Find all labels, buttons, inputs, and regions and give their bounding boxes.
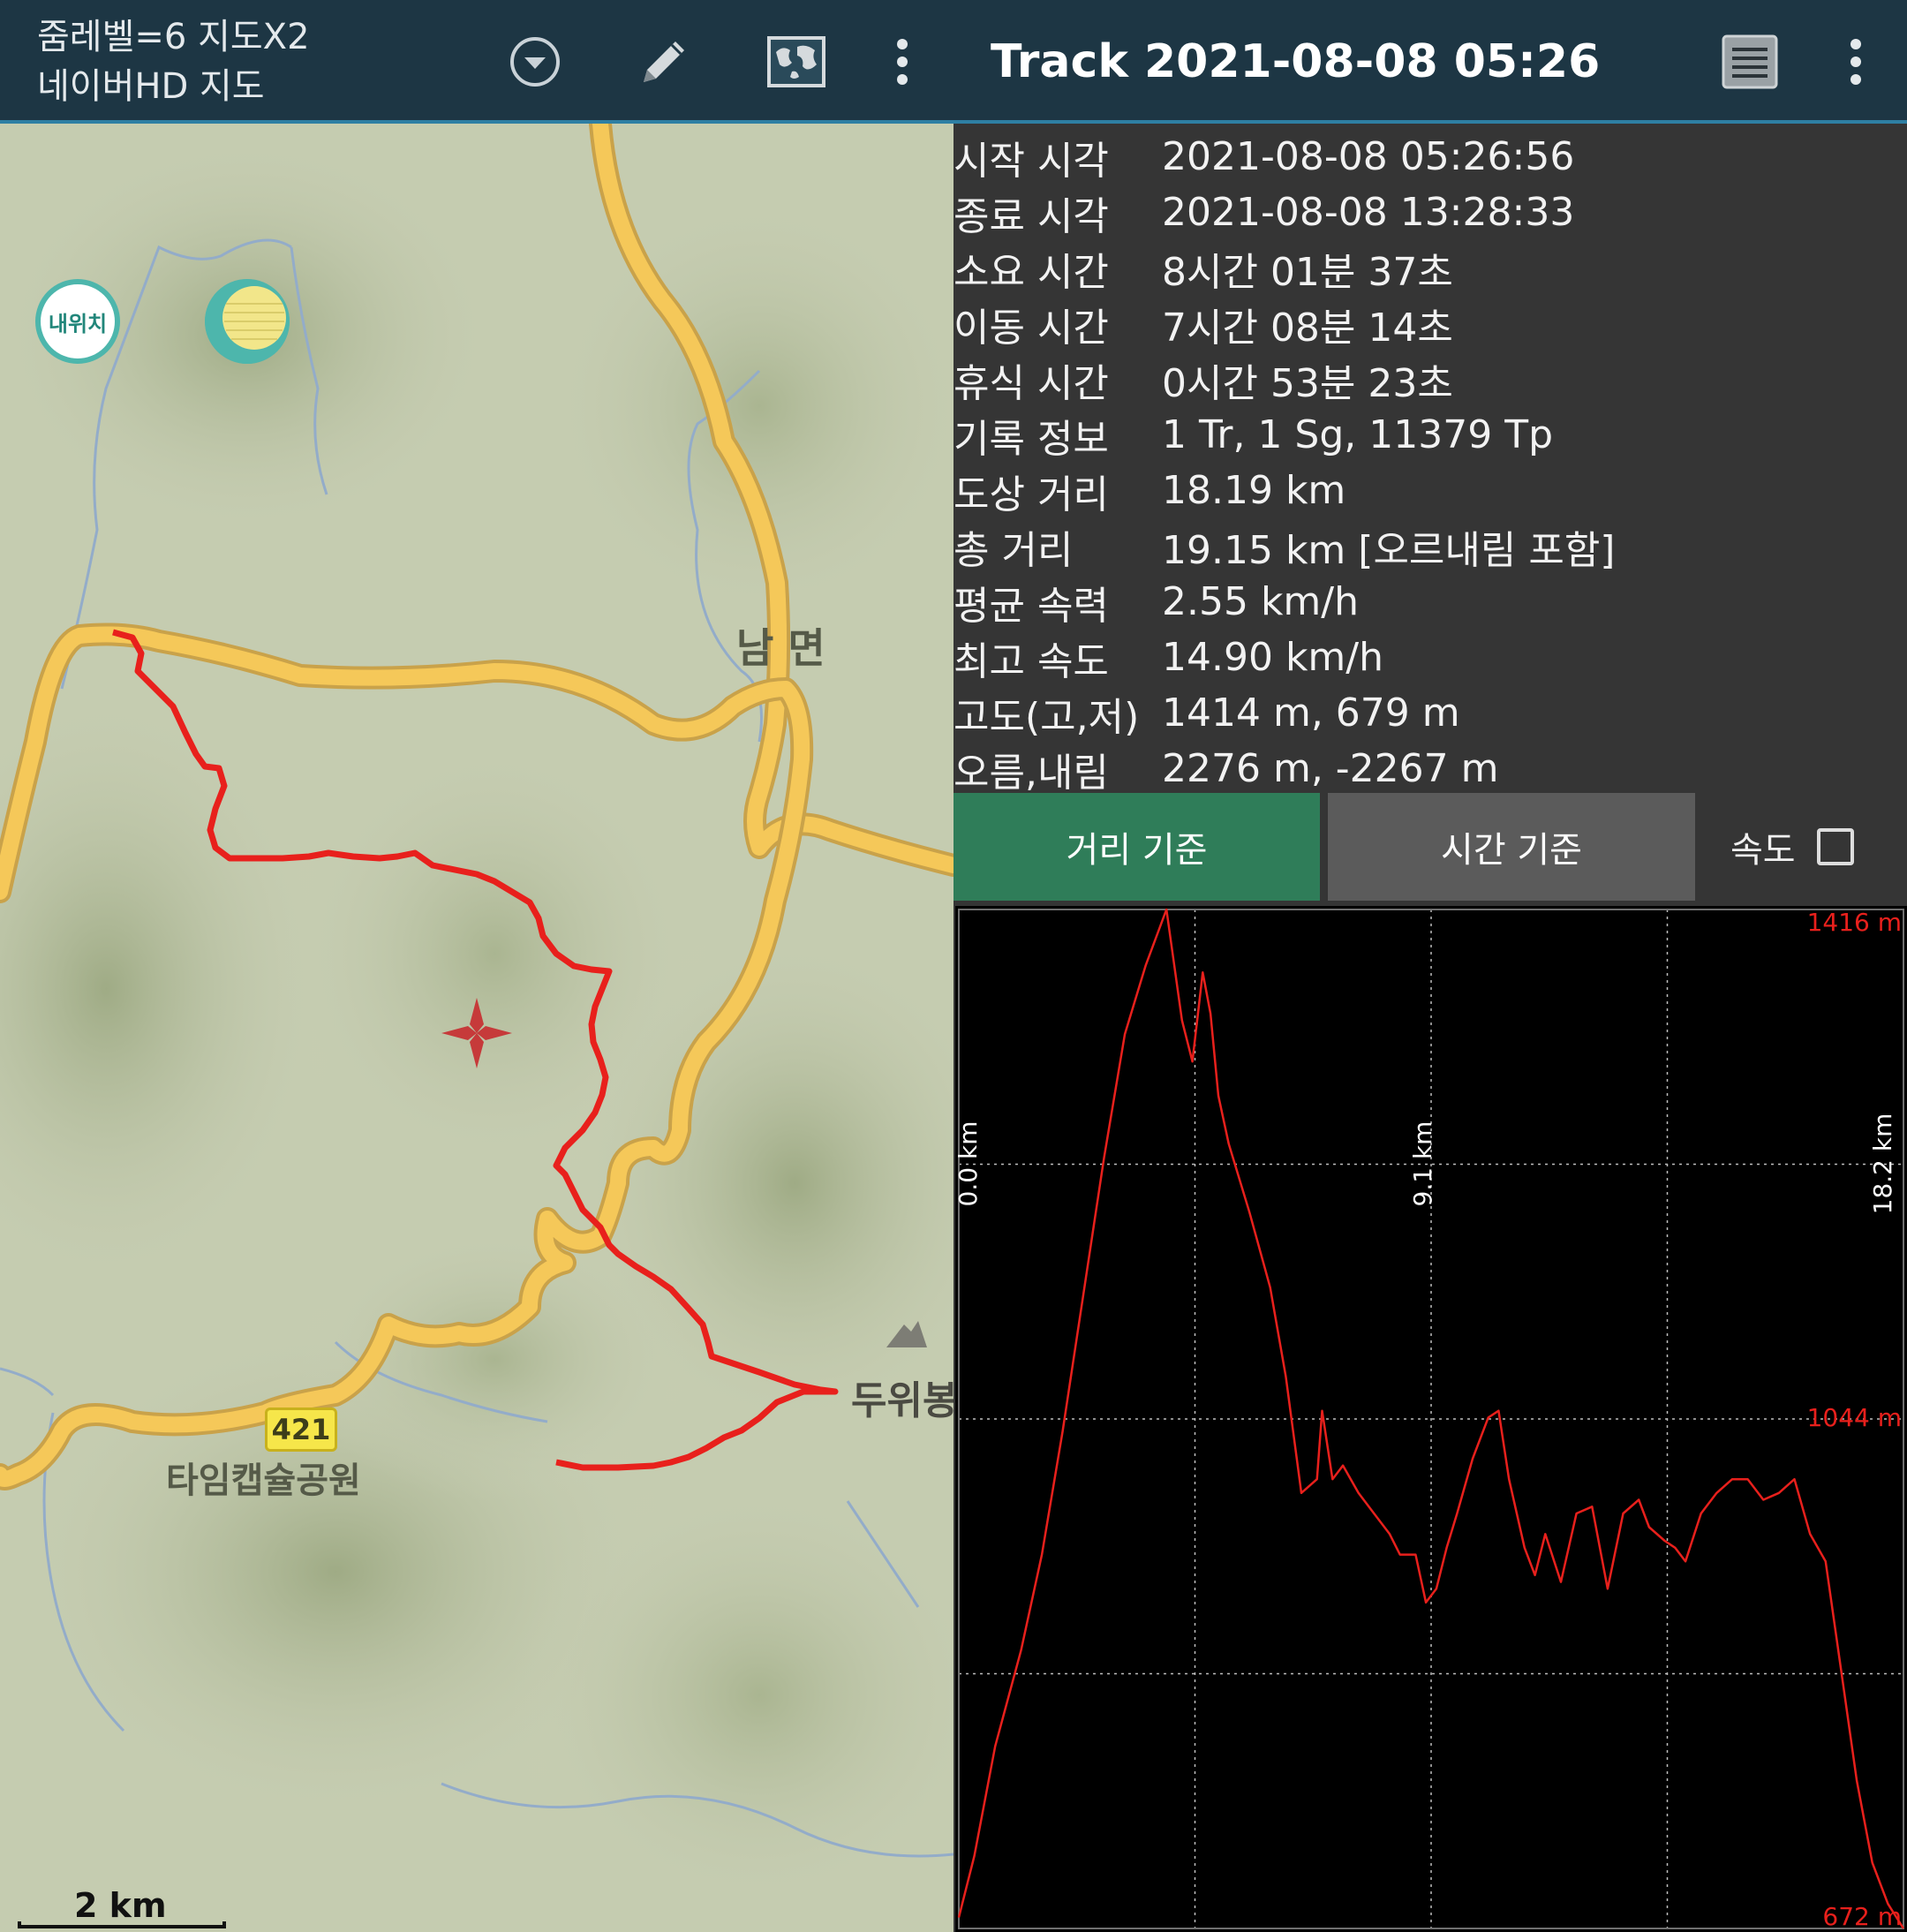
stat-label: 오름,내림 [954, 750, 1109, 796]
stat-row: 소요 시간 8시간 01분 37초 [954, 240, 1907, 296]
y-tick-label: 672 m [1822, 1902, 1902, 1931]
chart-mode-tabs: 거리 기준 시간 기준 속도 [954, 793, 1907, 901]
stat-label: 휴식 시간 [954, 360, 1109, 406]
stat-value: 2021-08-08 13:28:33 [1162, 190, 1575, 235]
stat-row: 종료 시각 2021-08-08 13:28:33 [954, 185, 1907, 240]
track-more-button[interactable] [1820, 26, 1891, 97]
screen: 줌레벨=6 지도X2 네이버HD 지도 Track 2021-08-08 05:… [0, 0, 1907, 1932]
world-map-icon [767, 36, 825, 87]
map-label-park: 타임캡슐공원 [166, 1460, 361, 1501]
day-night-button[interactable] [205, 279, 290, 364]
stat-value: 18.19 km [1162, 468, 1346, 513]
stat-label: 총 거리 [954, 527, 1074, 573]
more-vertical-icon [1850, 39, 1861, 85]
sun-icon [205, 279, 290, 364]
my-location-button[interactable]: 내위치 [35, 279, 120, 364]
zoom-level-text: 줌레벨=6 지도X2 [37, 17, 310, 57]
y-tick-label: 1416 m [1807, 908, 1902, 937]
speed-toggle[interactable]: 속도 [1730, 793, 1907, 901]
list-view-button[interactable] [1715, 26, 1785, 97]
stat-row: 시작 시각 2021-08-08 05:26:56 [954, 129, 1907, 185]
elevation-chart[interactable]: 1416 m 1044 m 672 m 0.0 km 9.1 km 18.2 km [955, 906, 1907, 1932]
road-number-badge: 421 [265, 1407, 337, 1452]
tab-distance[interactable]: 거리 기준 [954, 793, 1320, 901]
x-tick-label: 9.1 km [1408, 1121, 1437, 1207]
dropdown-button[interactable] [500, 26, 570, 97]
stat-row: 도상 거리 18.19 km [954, 463, 1907, 518]
stat-label: 도상 거리 [954, 472, 1109, 517]
stat-row: 이동 시간 7시간 08분 14초 [954, 296, 1907, 351]
stat-label: 소요 시간 [954, 249, 1109, 295]
x-tick-label: 0.0 km [955, 1121, 983, 1207]
x-tick-label: 18.2 km [1868, 1113, 1897, 1215]
map-canvas [0, 124, 954, 1932]
map-select-button[interactable] [761, 26, 832, 97]
stat-value: 0시간 53분 23초 [1162, 360, 1453, 406]
stat-row: 기록 정보 1 Tr, 1 Sg, 11379 Tp [954, 407, 1907, 463]
map-label-town: 남 면 [736, 624, 825, 672]
stat-value: 14.90 km/h [1162, 635, 1384, 680]
stat-row: 고도(고,저) 1414 m, 679 m [954, 685, 1907, 741]
stat-value: 8시간 01분 37초 [1162, 249, 1453, 295]
stat-value: 2021-08-08 05:26:56 [1162, 134, 1575, 179]
map-label-peak: 두위봉 [851, 1378, 954, 1423]
map-info[interactable]: 줌레벨=6 지도X2 네이버HD 지도 [37, 12, 310, 111]
y-tick-label: 1044 m [1807, 1403, 1902, 1432]
stat-label: 최고 속도 [954, 638, 1109, 684]
stat-label: 평균 속력 [954, 583, 1109, 629]
stat-label: 이동 시간 [954, 305, 1109, 351]
elevation-chart-svg: 1416 m 1044 m 672 m 0.0 km 9.1 km 18.2 km [955, 908, 1905, 1931]
track-title: Track 2021-08-08 05:26 [991, 35, 1601, 88]
stat-label: 시작 시각 [954, 138, 1109, 184]
road-number: 421 [271, 1413, 331, 1446]
stat-value: 19.15 km [오르내림 포함] [1162, 527, 1616, 573]
stat-row: 최고 속도 14.90 km/h [954, 630, 1907, 685]
stat-value: 1 Tr, 1 Sg, 11379 Tp [1162, 412, 1554, 457]
speed-label: 속도 [1730, 830, 1796, 871]
list-icon [1722, 34, 1778, 89]
stat-value: 2.55 km/h [1162, 579, 1360, 624]
speed-checkbox[interactable] [1816, 828, 1854, 865]
scale-bar [18, 1921, 226, 1928]
stat-label: 종료 시각 [954, 193, 1109, 239]
scale-label: 2 km [74, 1886, 167, 1925]
map-view[interactable]: 내위치 남 면 두위봉 타임캡슐공원 421 2 km [0, 124, 954, 1932]
top-bar: 줌레벨=6 지도X2 네이버HD 지도 Track 2021-08-08 05:… [0, 0, 1907, 124]
chevron-down-circle-icon [510, 37, 560, 87]
stat-value: 1414 m, 679 m [1162, 691, 1460, 736]
stat-row: 총 거리 19.15 km [오르내림 포함] [954, 518, 1907, 574]
stat-value: 7시간 08분 14초 [1162, 305, 1453, 351]
edit-button[interactable] [629, 26, 699, 97]
more-vertical-icon [897, 39, 908, 85]
map-more-button[interactable] [867, 26, 938, 97]
stat-row: 오름,내림 2276 m, -2267 m [954, 741, 1907, 796]
pencil-icon [644, 42, 684, 82]
stat-value: 2276 m, -2267 m [1162, 746, 1499, 791]
track-stats: 시작 시각 2021-08-08 05:26:56 종료 시각 2021-08-08 … [954, 129, 1907, 796]
tab-time[interactable]: 시간 기준 [1328, 793, 1695, 901]
my-location-label: 내위치 [48, 311, 108, 336]
stat-row: 휴식 시간 0시간 53분 23초 [954, 351, 1907, 407]
stat-label: 고도(고,저) [954, 694, 1140, 740]
map-name-text: 네이버HD 지도 [37, 66, 265, 107]
stat-label: 기록 정보 [954, 416, 1109, 462]
stat-row: 평균 속력 2.55 km/h [954, 574, 1907, 630]
